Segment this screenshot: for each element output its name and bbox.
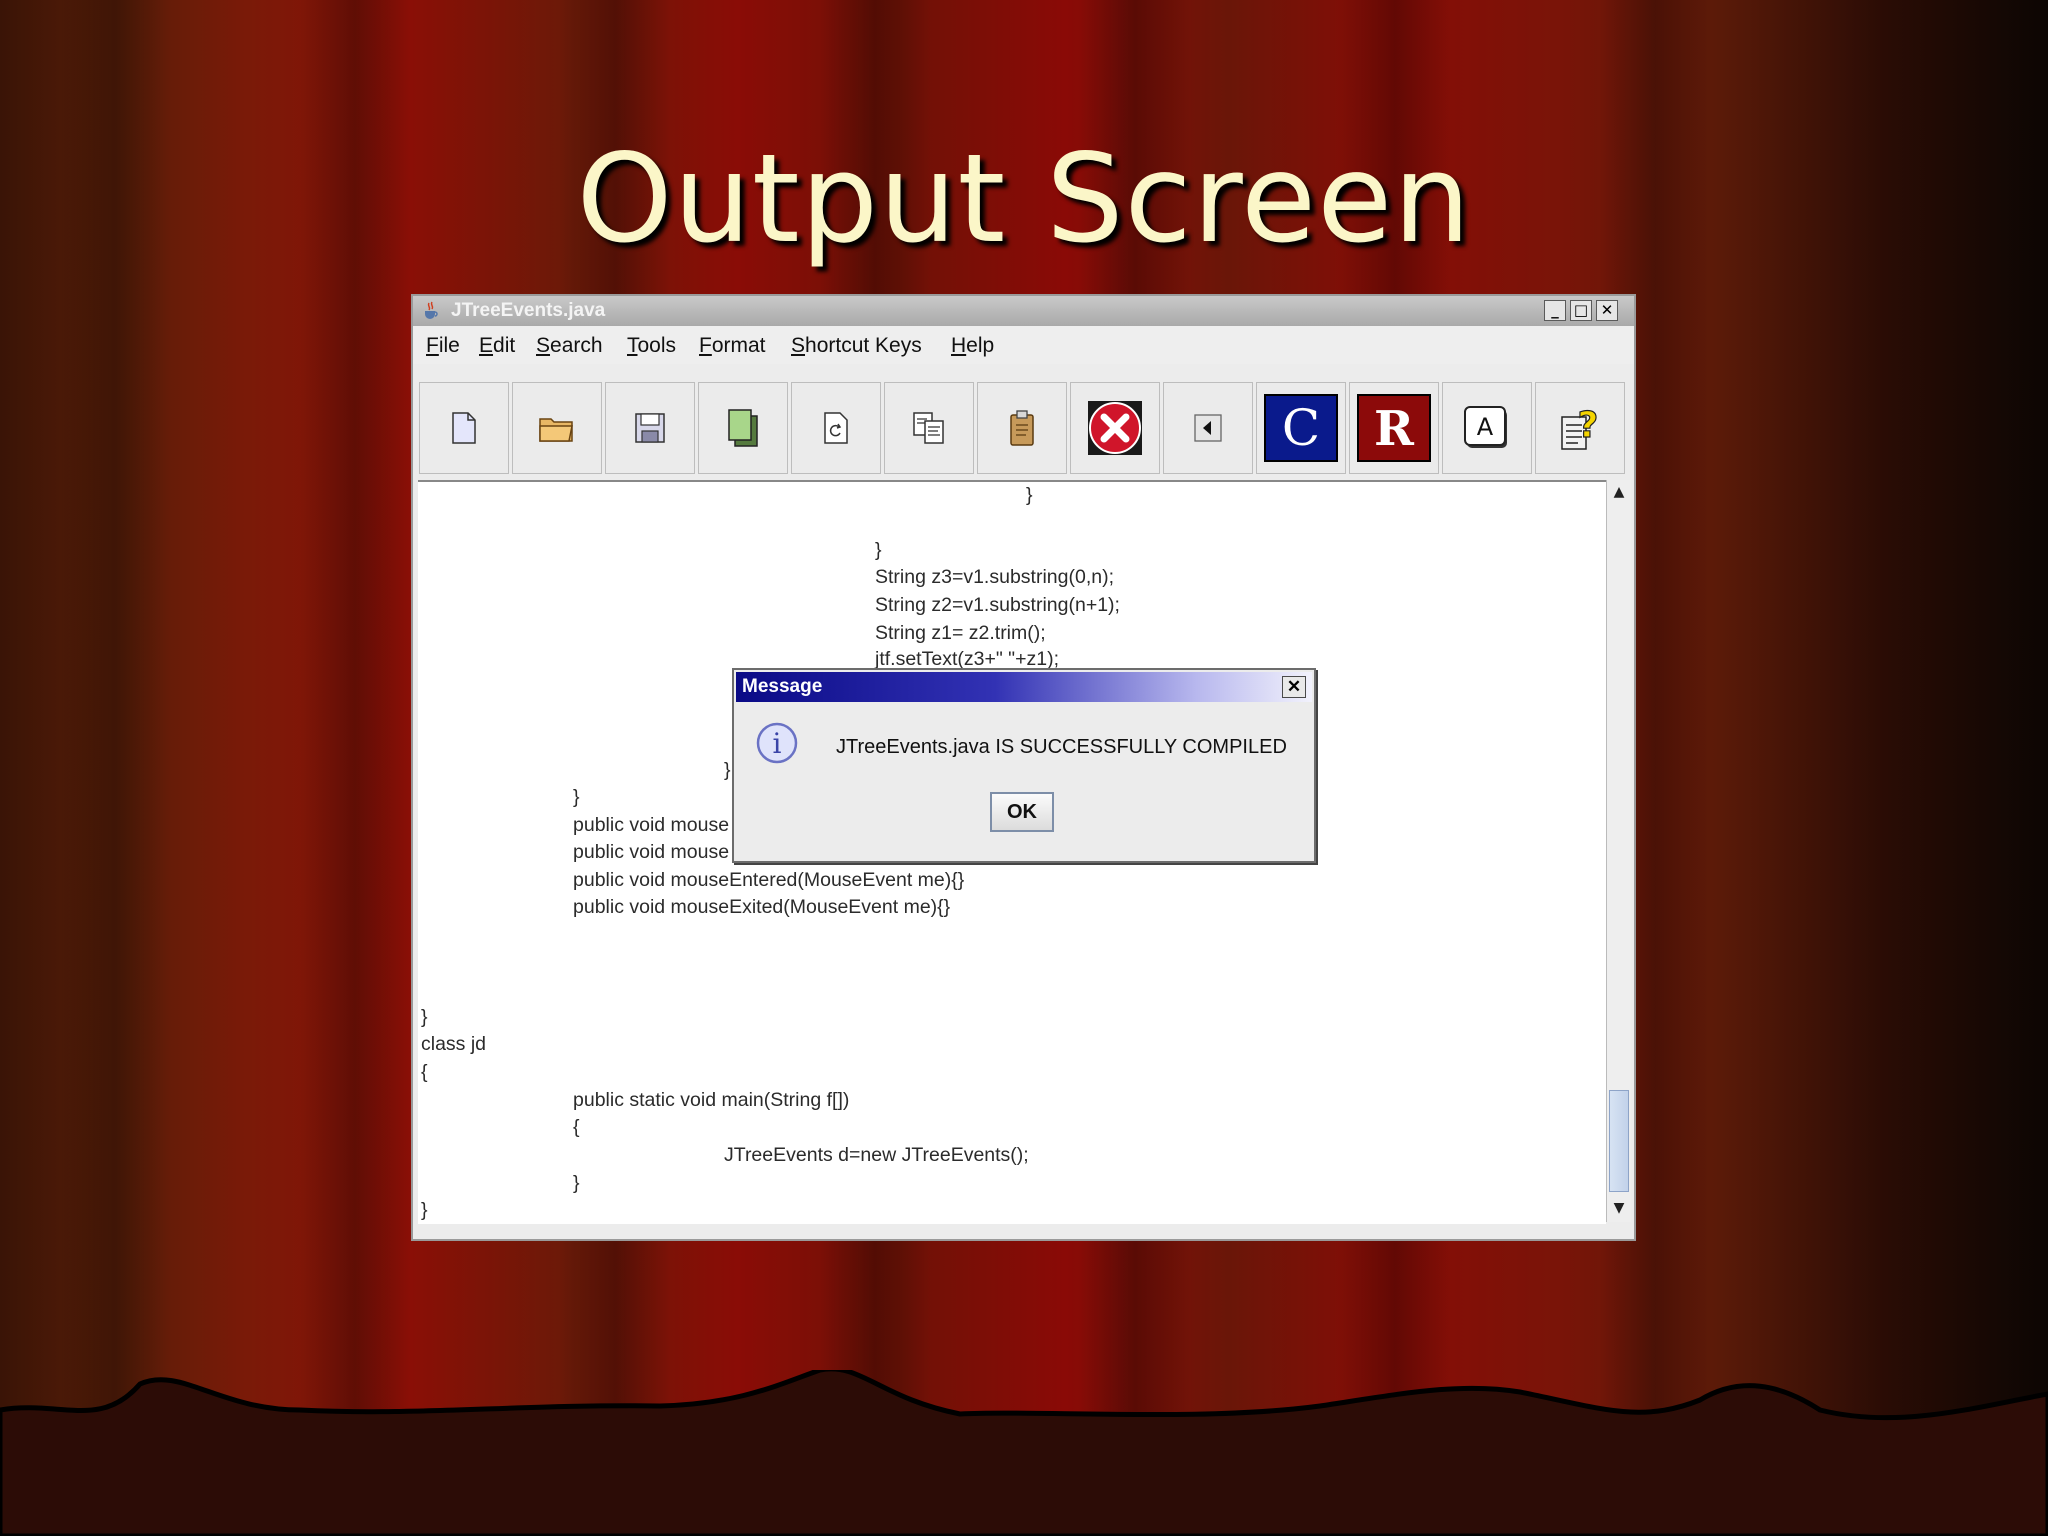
reload-button[interactable] — [791, 382, 881, 474]
menu-file[interactable]: File — [426, 334, 460, 358]
svg-text:A: A — [1477, 413, 1494, 441]
svg-text:R: R — [1374, 401, 1415, 457]
code-line: String z3=v1.substring(0,n); — [875, 566, 1114, 588]
font-button[interactable]: A — [1442, 382, 1532, 474]
svg-text:C: C — [1282, 399, 1320, 457]
message-dialog: Message ✕ i JTreeEvents.java IS SUCCESSF… — [732, 668, 1316, 863]
menu-search[interactable]: Search — [536, 334, 603, 358]
ok-button[interactable]: OK — [990, 792, 1054, 832]
menu-edit[interactable]: Edit — [479, 334, 515, 358]
code-line: public void mouse — [573, 814, 730, 836]
find-replace-icon — [913, 412, 944, 444]
menu-tools[interactable]: Tools — [627, 334, 676, 358]
compile-icon: C — [1264, 394, 1338, 462]
window-titlebar[interactable]: JTreeEvents.java _ □ ✕ — [413, 296, 1634, 326]
menu-help[interactable]: Help — [951, 334, 994, 358]
code-line: } — [573, 1172, 580, 1194]
info-icon: i — [756, 722, 798, 764]
open-file-button[interactable] — [512, 382, 602, 474]
code-line: } — [1026, 484, 1033, 506]
find-replace-button[interactable] — [884, 382, 974, 474]
toolbar: C R A ? — [417, 382, 1630, 476]
code-line: } — [421, 1006, 428, 1028]
open-folder-icon — [539, 418, 573, 442]
code-line: public void mouseExited(MouseEvent me){} — [573, 896, 951, 918]
run-icon: R — [1357, 394, 1431, 462]
svg-text:i: i — [773, 727, 782, 760]
window-title: JTreeEvents.java — [451, 300, 606, 321]
scroll-up-arrow[interactable]: ▲ — [1607, 480, 1631, 504]
font-icon: A — [1464, 406, 1507, 448]
back-arrow-icon — [1194, 414, 1222, 442]
save-icon — [635, 413, 665, 443]
dialog-title: Message — [742, 676, 823, 697]
save-button[interactable] — [605, 382, 695, 474]
code-line: } — [724, 759, 731, 781]
code-line: { — [421, 1061, 428, 1083]
scroll-thumb[interactable] — [1609, 1090, 1629, 1192]
code-line: public void mouse — [573, 841, 730, 863]
code-line: String z1= z2.trim(); — [875, 622, 1046, 644]
code-line: JTreeEvents d=new JTreeEvents(); — [724, 1144, 1029, 1166]
compile-button[interactable]: C — [1256, 382, 1346, 474]
slide-title: Output Screen — [576, 128, 1472, 270]
vertical-scrollbar[interactable]: ▲ ▼ — [1606, 480, 1631, 1222]
copy-pages-icon — [728, 409, 758, 447]
minimize-button[interactable]: _ — [1544, 300, 1566, 321]
close-button[interactable]: ✕ — [1596, 300, 1618, 321]
dialog-titlebar[interactable]: Message ✕ — [736, 672, 1312, 702]
code-line: public void mouseEntered(MouseEvent me){… — [573, 869, 965, 891]
curtain-valance — [0, 1370, 2048, 1536]
java-cup-icon — [425, 301, 438, 319]
code-line: class jd — [421, 1033, 487, 1055]
clipboard-icon — [1010, 410, 1034, 446]
code-line: } — [875, 539, 882, 561]
menubar: File Edit Search Tools Format Shortcut K… — [413, 326, 1634, 364]
code-line: public static void main(String f[]) — [573, 1089, 850, 1111]
stop-button[interactable] — [1070, 382, 1160, 474]
code-line: } — [573, 786, 580, 808]
stop-icon — [1088, 401, 1142, 455]
new-file-icon — [452, 412, 476, 444]
run-button[interactable]: R — [1349, 382, 1439, 474]
code-line: String z2=v1.substring(n+1); — [875, 594, 1120, 616]
menu-format[interactable]: Format — [699, 334, 766, 358]
new-file-button[interactable] — [419, 382, 509, 474]
code-line: } — [421, 1199, 428, 1221]
help-button[interactable]: ? — [1535, 382, 1625, 474]
menu-shortcut-keys[interactable]: Shortcut Keys — [791, 334, 922, 358]
back-button[interactable] — [1163, 382, 1253, 474]
code-line: { — [573, 1116, 580, 1138]
copy-pages-button[interactable] — [698, 382, 788, 474]
refresh-document-icon — [824, 412, 848, 444]
svg-text:?: ? — [1578, 405, 1599, 446]
dialog-message: JTreeEvents.java IS SUCCESSFULLY COMPILE… — [836, 736, 1287, 758]
paste-button[interactable] — [977, 382, 1067, 474]
scroll-down-arrow[interactable]: ▼ — [1607, 1196, 1631, 1220]
dialog-close-button[interactable]: ✕ — [1282, 676, 1306, 698]
help-icon: ? — [1561, 404, 1599, 450]
maximize-button[interactable]: □ — [1570, 300, 1592, 321]
